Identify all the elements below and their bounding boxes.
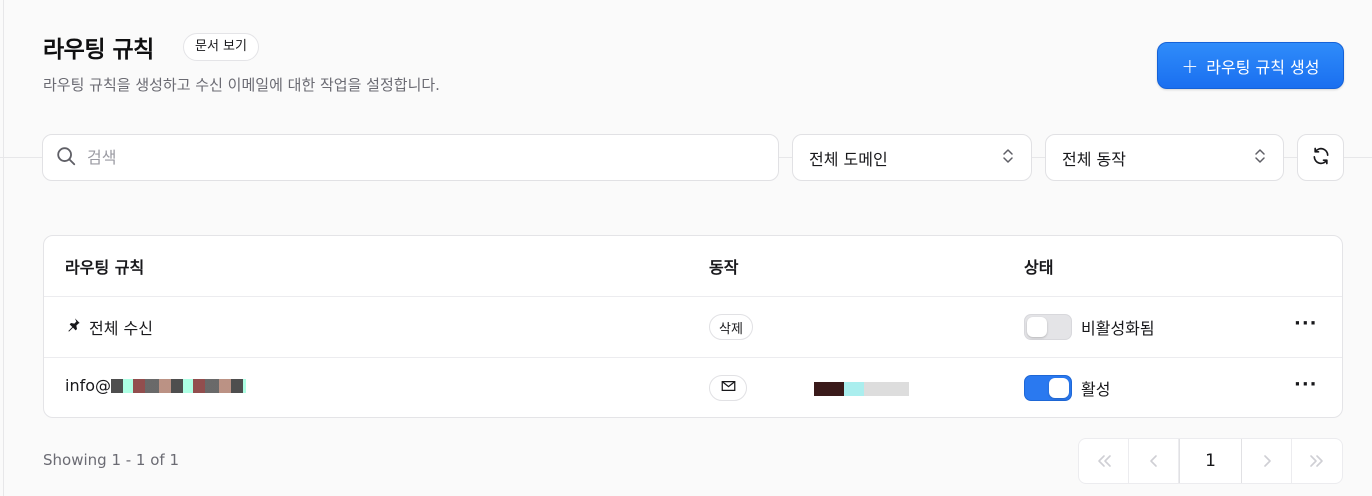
table-row[interactable]: 전체 수신 삭제 비활성화됨 ··· bbox=[44, 297, 1342, 358]
toggle-knob bbox=[1027, 317, 1047, 337]
status-label: 비활성화됨 bbox=[1081, 319, 1155, 338]
rule-name: 전체 수신 bbox=[89, 319, 153, 338]
redacted-text bbox=[749, 382, 909, 396]
search-icon bbox=[55, 145, 77, 171]
table-header: 라우팅 규칙 동작 상태 bbox=[44, 236, 1342, 297]
column-header-rule: 라우팅 규칙 bbox=[65, 258, 145, 277]
more-options-icon[interactable]: ··· bbox=[1294, 374, 1318, 395]
page-title: 라우팅 규칙 bbox=[43, 37, 154, 63]
docs-button[interactable]: 문서 보기 bbox=[183, 33, 259, 61]
page-subtitle: 라우팅 규칙을 생성하고 수신 이메일에 대한 작업을 설정합니다. bbox=[43, 76, 440, 94]
next-page-button[interactable] bbox=[1242, 439, 1292, 483]
domain-select[interactable]: 전체 도메인 bbox=[792, 134, 1032, 181]
pagination: 1 bbox=[1078, 438, 1343, 484]
column-header-status: 상태 bbox=[1024, 258, 1054, 277]
action-select-value: 전체 동작 bbox=[1062, 149, 1126, 169]
current-page[interactable]: 1 bbox=[1179, 439, 1242, 483]
status-toggle[interactable] bbox=[1024, 314, 1072, 340]
domain-select-value: 전체 도메인 bbox=[809, 149, 888, 169]
status-toggle[interactable] bbox=[1024, 375, 1072, 401]
action-badge bbox=[709, 375, 747, 401]
search-box[interactable] bbox=[42, 134, 779, 181]
redacted-text bbox=[111, 378, 247, 393]
refresh-icon bbox=[1311, 146, 1331, 170]
create-rule-label: 라우팅 규칙 생성 bbox=[1206, 57, 1320, 77]
refresh-button[interactable] bbox=[1297, 134, 1344, 181]
search-input[interactable] bbox=[87, 148, 687, 167]
last-page-button[interactable] bbox=[1292, 439, 1342, 483]
chevron-updown-icon bbox=[1001, 147, 1015, 169]
status-label: 활성 bbox=[1081, 380, 1111, 399]
pin-icon bbox=[65, 317, 81, 337]
toggle-knob bbox=[1049, 378, 1069, 398]
plus-icon: + bbox=[1181, 53, 1199, 78]
left-border bbox=[3, 0, 4, 496]
mail-icon bbox=[721, 380, 736, 396]
pagination-summary: Showing 1 - 1 of 1 bbox=[43, 451, 180, 469]
prev-page-button[interactable] bbox=[1129, 439, 1179, 483]
rule-cell: 전체 수신 bbox=[65, 315, 153, 339]
column-header-action: 동작 bbox=[709, 258, 739, 277]
first-page-button[interactable] bbox=[1079, 439, 1129, 483]
table-row[interactable]: info@ 활성 ··· bbox=[44, 358, 1342, 417]
create-rule-button[interactable]: + 라우팅 규칙 생성 bbox=[1157, 42, 1344, 89]
chevron-updown-icon bbox=[1253, 147, 1267, 169]
double-chevron-right-icon bbox=[1310, 455, 1323, 467]
action-badge: 삭제 bbox=[709, 314, 753, 340]
chevron-left-icon bbox=[1149, 455, 1157, 467]
rule-name: info@ bbox=[65, 376, 112, 395]
rules-table: 라우팅 규칙 동작 상태 전체 수신 삭제 비활성화됨 ··· info@ 활성… bbox=[43, 235, 1343, 418]
chevron-right-icon bbox=[1263, 455, 1271, 467]
action-select[interactable]: 전체 동작 bbox=[1045, 134, 1284, 181]
more-options-icon[interactable]: ··· bbox=[1294, 313, 1318, 334]
rule-cell: info@ bbox=[65, 376, 247, 395]
double-chevron-left-icon bbox=[1097, 455, 1111, 467]
